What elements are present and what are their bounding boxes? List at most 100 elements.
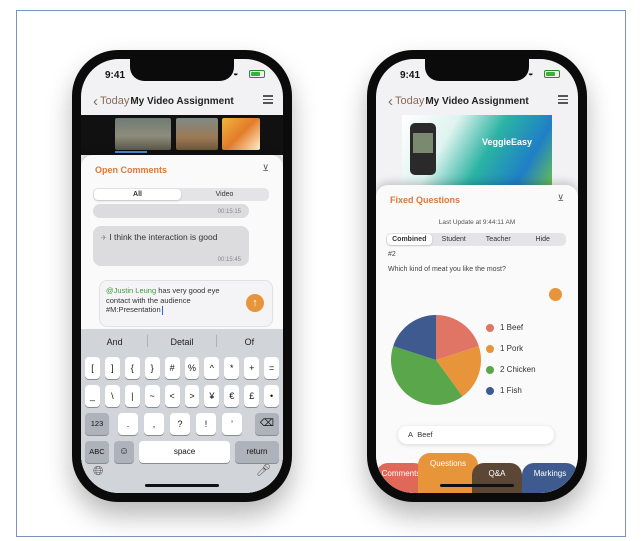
keyboard: And Detail Of []{} #% ^ * + = _ \ | ~ < > ¥ € £ • 123 …	[81, 329, 283, 493]
segment-student[interactable]: Student	[432, 234, 477, 245]
comment-bubble[interactable]: ✈ I think the interaction is good 00:15:…	[93, 226, 249, 266]
legend-swatch	[486, 323, 494, 332]
suggestion-bar: And Detail Of	[81, 331, 283, 353]
mention-tag[interactable]: @Justin Leung	[106, 286, 156, 295]
phone-questions: 9:41 ◒ ‹ Today My Video Assignment Veggi…	[367, 50, 587, 502]
numbers-key[interactable]: 123	[85, 413, 109, 435]
suggestion-divider	[216, 335, 217, 347]
questions-panel: Fixed Questions ⊻ Last Update at 9:44:11…	[376, 185, 578, 493]
key-row-2: _ \ | ~ < > ¥ € £ •	[85, 385, 280, 407]
pie-chart	[391, 315, 481, 405]
key-row-3: 123 .,?! ’ ⌫	[85, 413, 279, 435]
collapse-icon[interactable]: ⊻	[262, 163, 269, 174]
tab-qa[interactable]: Q&A	[472, 463, 522, 493]
answer-row[interactable]: A Beef	[398, 426, 554, 444]
list-menu-icon[interactable]	[558, 95, 568, 107]
key[interactable]: >	[184, 385, 200, 407]
key[interactable]: ¥	[204, 385, 220, 407]
question-number: #2	[388, 251, 396, 258]
legend-label: 1 Pork	[500, 344, 524, 353]
key[interactable]: ’	[222, 413, 242, 435]
tab-questions[interactable]: Questions	[418, 453, 478, 493]
home-indicator	[145, 484, 219, 487]
video-thumbnail-strip[interactable]	[81, 115, 283, 155]
segment-all[interactable]: All	[94, 189, 181, 200]
key[interactable]: £	[244, 385, 260, 407]
key[interactable]: €	[224, 385, 240, 407]
key[interactable]: %	[184, 357, 200, 379]
status-icons: ◒	[233, 69, 265, 78]
legend-swatch	[486, 344, 494, 353]
comment-time: 00:15:45	[217, 257, 241, 263]
phone-screen: 9:41 ◒ ‹ Today My Video Assignment Veggi…	[376, 59, 578, 493]
key[interactable]: }	[144, 357, 160, 379]
key[interactable]: [	[85, 357, 100, 379]
suggestion-item[interactable]: And	[81, 331, 148, 353]
key[interactable]: <	[164, 385, 180, 407]
comment-input[interactable]: @Justin Leung has very good eye contact …	[99, 280, 273, 327]
home-indicator	[440, 484, 514, 487]
suggestion-item[interactable]: Detail	[148, 331, 215, 353]
return-key[interactable]: return	[235, 441, 279, 463]
legend-label: 1 Beef	[500, 323, 524, 332]
page-title: My Video Assignment	[425, 96, 529, 107]
text-caret	[161, 305, 163, 315]
key[interactable]: ,	[144, 413, 164, 435]
key[interactable]: +	[244, 357, 260, 379]
key[interactable]: *	[224, 357, 240, 379]
compose-hashtag: #M:Presentation	[106, 305, 161, 314]
key-row-1: []{} #% ^ * + =	[85, 357, 280, 379]
segment-teacher[interactable]: Teacher	[476, 234, 521, 245]
backspace-icon[interactable]: ⌫	[255, 413, 279, 435]
comment-body: ✈ I think the interaction is good	[101, 231, 241, 245]
key[interactable]: |	[124, 385, 140, 407]
globe-icon[interactable]: 🌐︎	[93, 463, 103, 479]
segment-combined[interactable]: Combined	[387, 234, 432, 245]
key[interactable]: ]	[104, 357, 120, 379]
video-thumbnail[interactable]	[222, 118, 260, 150]
legend-swatch	[486, 386, 494, 395]
legend-label: 2 Chicken	[500, 365, 536, 374]
phone-screen: 9:41 ◒ ‹ Today My Video Assignment Open …	[81, 59, 283, 493]
key[interactable]: ^	[204, 357, 220, 379]
space-key[interactable]: space	[139, 441, 230, 463]
key-row-4: ABC ☺ space return	[85, 441, 279, 463]
key[interactable]: !	[196, 413, 216, 435]
key[interactable]: ~	[144, 385, 160, 407]
comment-bubble[interactable]: 00:15:15	[93, 204, 249, 218]
tab-markings[interactable]: Markings	[522, 463, 578, 493]
key[interactable]: =	[264, 357, 280, 379]
key[interactable]: •	[264, 385, 280, 407]
legend-item-pork: 1 Pork	[486, 344, 523, 353]
suggestion-item[interactable]: Of	[216, 331, 283, 353]
video-preview[interactable]: VeggieEasy	[402, 115, 552, 189]
video-thumbnail[interactable]	[115, 118, 171, 150]
status-time: 9:41	[105, 70, 126, 81]
legend-item-fish: 1 Fish	[486, 386, 522, 395]
key[interactable]: {	[124, 357, 140, 379]
legend-item-chicken: 2 Chicken	[486, 365, 536, 374]
segment-video[interactable]: Video	[181, 189, 268, 200]
list-menu-icon[interactable]	[263, 95, 273, 107]
notch	[425, 59, 529, 81]
legend-item-beef: 1 Beef	[486, 323, 523, 332]
microphone-icon[interactable]: 🎤︎	[256, 463, 271, 477]
abc-key[interactable]: ABC	[85, 441, 109, 463]
key[interactable]: ?	[170, 413, 190, 435]
key[interactable]: #	[164, 357, 180, 379]
keyboard-bottom-bar: 🌐︎ 🎤︎	[91, 461, 273, 481]
key[interactable]: _	[85, 385, 100, 407]
legend-label: 1 Fish	[500, 386, 522, 395]
segment-hide[interactable]: Hide	[521, 234, 566, 245]
key[interactable]: \	[104, 385, 120, 407]
key[interactable]: .	[118, 413, 138, 435]
collapse-icon[interactable]: ⊻	[557, 193, 564, 204]
suggestion-divider	[147, 335, 148, 347]
send-arrow-icon[interactable]: ↑	[246, 294, 264, 312]
question-action-icon[interactable]	[549, 288, 562, 301]
bottom-tab-bar: Comments Questions Q&A Markings	[376, 453, 578, 493]
legend-swatch	[486, 365, 494, 374]
video-thumbnail[interactable]	[176, 118, 218, 150]
status-time: 9:41	[400, 70, 421, 81]
emoji-icon[interactable]: ☺	[114, 441, 134, 463]
